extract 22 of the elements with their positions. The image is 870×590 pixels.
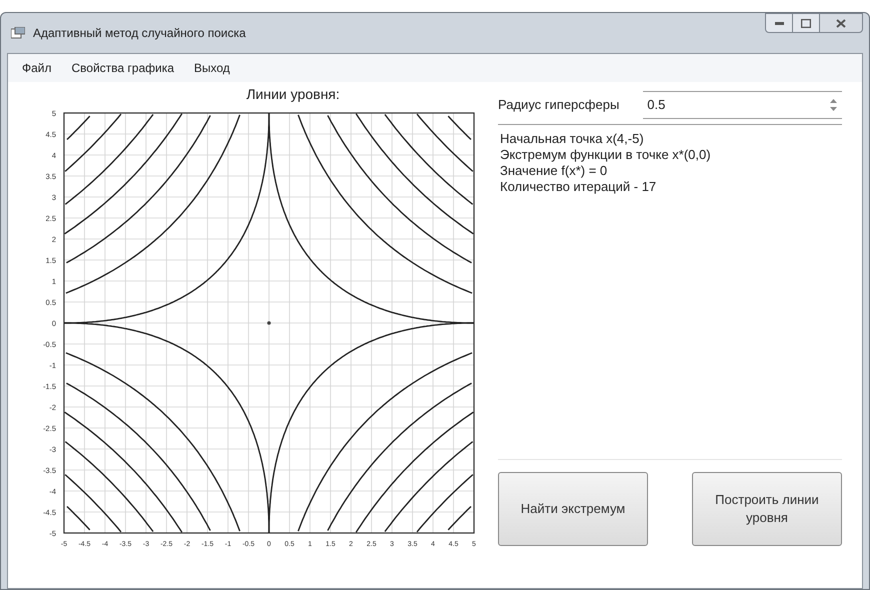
output-line: Начальная точка x(4,-5) — [500, 131, 645, 147]
output-line: Экстремум функции в точке x*(0,0) — [500, 147, 712, 163]
close-button[interactable] — [819, 13, 863, 33]
output-line: Количество итераций - 17 — [500, 179, 658, 195]
menu-item[interactable]: Выход — [194, 59, 230, 77]
radius-spinner[interactable]: 0.5 — [643, 91, 842, 119]
action-button[interactable]: Найти экстремум — [498, 472, 648, 546]
menu-item[interactable]: Файл — [22, 59, 52, 77]
app-icon — [11, 27, 25, 39]
menu-item[interactable]: Свойства графика — [72, 59, 174, 77]
radius-label: Радиус гиперсферы — [498, 96, 620, 114]
close-icon — [836, 18, 846, 28]
window-title: Адаптивный метод случайного поиска — [33, 25, 246, 42]
maximize-icon — [801, 18, 811, 28]
minimize-icon — [774, 22, 784, 24]
spinner-arrows-icon — [829, 98, 838, 112]
chart-title: Линии уровня: — [246, 85, 340, 104]
extremum-marker — [267, 321, 271, 325]
output-line: Значение f(x*) = 0 — [500, 163, 608, 179]
maximize-button[interactable] — [793, 13, 819, 33]
action-button[interactable]: Построить линии уровня — [692, 472, 842, 546]
minimize-button[interactable] — [765, 13, 793, 33]
